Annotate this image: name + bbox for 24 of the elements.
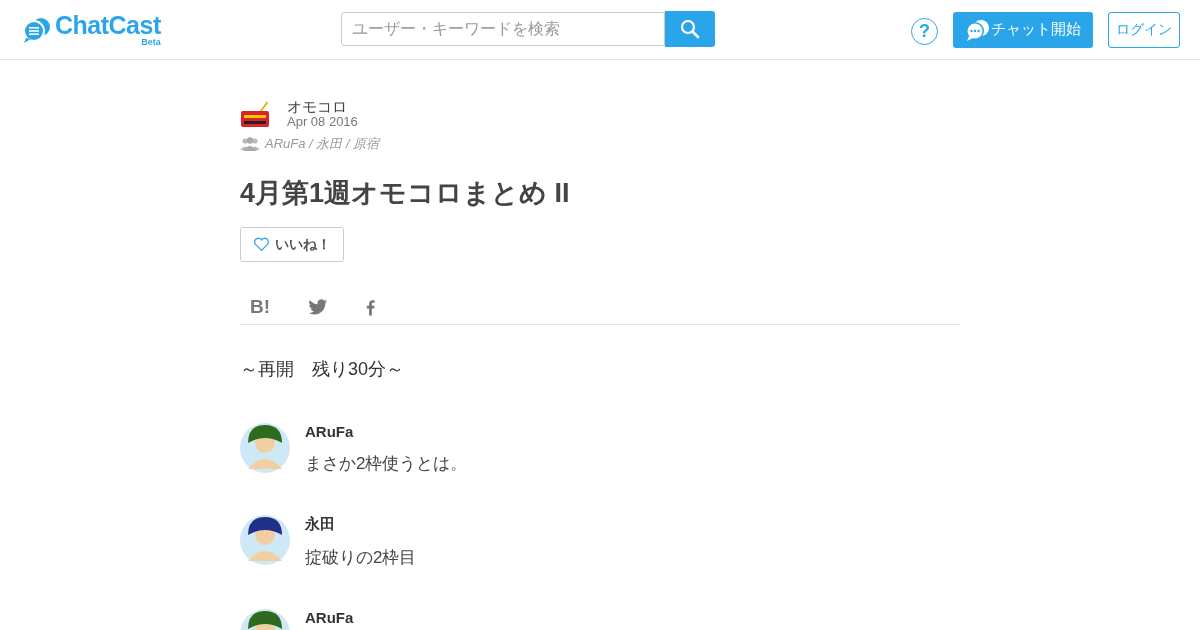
search-button[interactable] [665,11,715,47]
post-date: Apr 08 2016 [287,115,358,129]
avatar-icon [240,423,290,473]
message-text: 掟破りの2枠目 [305,547,417,569]
message-text: まさか2枠使うとは。 [305,453,468,475]
search-icon[interactable] [680,19,700,39]
like-button[interactable]: いいね！ [240,227,344,262]
people-icon [240,137,260,151]
bookmark-share-link[interactable]: B! [250,296,271,318]
author-name[interactable]: 永田 [305,515,417,534]
author-name[interactable]: ARuFa [305,423,468,440]
beta-label: Beta [141,36,161,47]
member-list: ARuFa / 永田 / 原宿 [265,135,380,153]
avatar-icon [240,515,290,565]
channel-name[interactable]: オモコロ [287,98,358,115]
search-field[interactable]: ユーザー・キーワードを検索 [341,12,665,46]
facebook-icon[interactable] [366,298,376,316]
chat-bubble-icon[interactable] [21,16,51,43]
bird-icon[interactable] [308,298,329,316]
section-heading: ～再開 残り30分～ [240,358,406,381]
post-title: 4月第1週オモコロまとめ II [240,177,571,209]
author-name[interactable]: ARuFa [305,609,354,626]
heart-icon[interactable] [253,237,270,252]
chat-bubbles-icon[interactable] [965,18,991,41]
